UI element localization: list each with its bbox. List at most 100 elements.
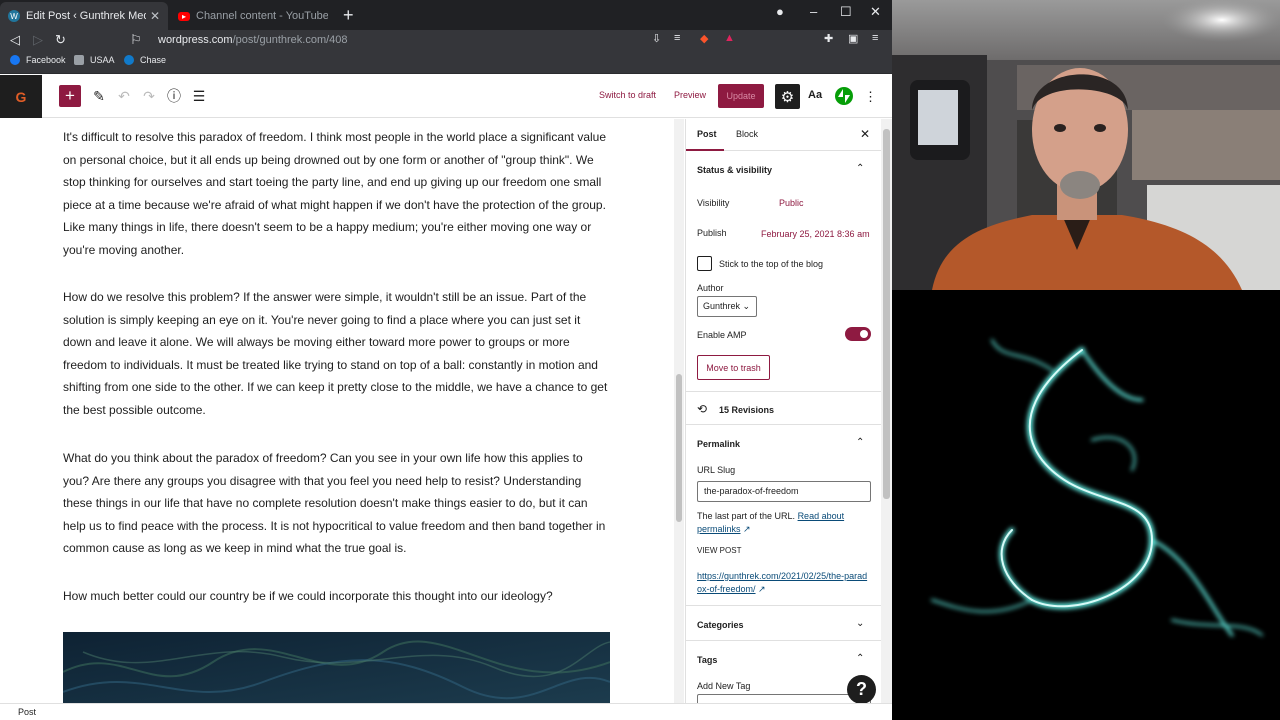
bookmark-label: USAA [90,55,115,65]
list-view-icon[interactable]: ☰ [188,85,210,107]
url-slug-input[interactable]: the-paradox-of-freedom [697,481,871,502]
image-block[interactable] [63,632,610,703]
forward-icon[interactable]: ▷ [33,32,43,48]
paragraph-block[interactable]: It's difficult to resolve this paradox o… [63,126,611,262]
toggle-knob [860,330,868,338]
visibility-label: Visibility [697,198,730,208]
breadcrumb[interactable]: Post [18,707,36,717]
reload-icon[interactable]: ↻ [55,32,66,48]
browser-window: W Edit Post ‹ Gunthrek Media — W ✕ ▸ Cha… [0,0,892,720]
add-block-button[interactable]: + [59,85,81,107]
sidebar-tabs: Post Block ✕ [686,119,881,151]
close-icon[interactable]: ✕ [150,9,160,23]
update-button[interactable]: Update [718,84,764,108]
maximize-button[interactable]: ☐ [840,4,852,20]
close-window-button[interactable]: ✕ [870,4,881,20]
url-field[interactable]: wordpress.com/post/gunthrek.com/408 [158,31,738,49]
wordpress-icon: W [8,10,20,22]
url-slug-label: URL Slug [697,465,736,475]
view-post-label: VIEW POST [697,546,742,555]
url-path: /post/gunthrek.com/408 [232,34,348,46]
add-tag-input[interactable] [697,694,871,703]
view-post-link[interactable]: https://gunthrek.com/2021/02/25/the-para… [697,571,867,594]
paragraph-block[interactable]: How much better could our country be if … [63,585,611,608]
editor-toolbar: G + ✎ ↶ ↷ ⓘ ☰ Switch to draft Preview Up… [0,75,892,118]
divider [686,424,881,425]
profile-icon[interactable]: ● [776,4,784,19]
bookmark-icon[interactable]: ⚐ [130,32,142,48]
bookmark-label: Chase [140,55,167,65]
tags-heading[interactable]: Tags [697,655,717,665]
chevron-up-icon[interactable]: ⌃ [856,653,864,664]
publish-label: Publish [697,228,727,238]
external-link-icon: ↗ [758,584,766,594]
back-icon[interactable]: ◁ [10,32,20,48]
tab-block[interactable]: Block [736,129,758,139]
divider [686,640,881,641]
amp-toggle[interactable] [845,327,871,341]
bookmark-facebook[interactable]: Facebook [10,55,66,65]
sidebar-scrollbar[interactable] [881,119,892,703]
tab-youtube-studio[interactable]: ▸ Channel content - YouTube Studio [170,2,336,30]
url-host: wordpress.com [158,34,233,46]
close-icon[interactable]: ✕ [860,127,870,141]
categories-heading[interactable]: Categories [697,620,744,630]
help-button[interactable]: ? [847,675,876,704]
redo-icon[interactable]: ↷ [138,85,160,107]
minimize-button[interactable]: – [810,4,817,19]
tab-title: Channel content - YouTube Studio [196,10,328,22]
styles-button[interactable]: Aa [808,89,822,101]
scrollbar-thumb[interactable] [883,129,890,499]
revisions-link[interactable]: 15 Revisions [719,405,774,415]
bookmark-usaa[interactable]: USAA [74,55,115,65]
webcam-image [892,0,1280,290]
paragraph-block[interactable]: How do we resolve this problem? If the a… [63,286,611,422]
extensions-icon[interactable]: ✚ [824,32,833,45]
more-options-icon[interactable]: ⋮ [864,89,877,105]
status-visibility-heading[interactable]: Status & visibility [697,165,772,175]
menu-icon[interactable]: ≡ [872,32,878,44]
site-icon[interactable]: G [0,75,42,118]
editor-canvas[interactable]: It's difficult to resolve this paradox o… [42,119,674,703]
sticky-checkbox[interactable] [697,256,712,271]
chevron-up-icon[interactable]: ⌃ [856,437,864,448]
install-icon[interactable]: ⇩ [652,32,661,45]
dragon-artwork [892,290,1280,720]
visibility-value[interactable]: Public [779,198,804,208]
brave-rewards-icon[interactable]: ▲ [724,32,735,44]
chevron-up-icon[interactable]: ⌃ [856,163,864,174]
tab-post[interactable]: Post [697,129,717,139]
history-icon: ⟲ [697,402,708,416]
author-select[interactable]: Gunthrek ⌄ [697,296,757,317]
author-label: Author [697,283,724,293]
edit-tools-icon[interactable]: ✎ [88,85,110,107]
reader-icon[interactable]: ≡ [674,32,680,44]
chevron-down-icon[interactable]: ⌄ [856,618,864,629]
wallet-icon[interactable]: ▣ [848,32,858,45]
content-scrollbar[interactable] [674,119,684,703]
tab-edit-post[interactable]: W Edit Post ‹ Gunthrek Media — W ✕ [0,2,168,30]
permalink-heading[interactable]: Permalink [697,439,740,449]
move-to-trash-button[interactable]: Move to trash [697,355,770,380]
switch-to-draft-button[interactable]: Switch to draft [599,90,656,100]
usaa-icon [74,55,84,65]
bookmark-chase[interactable]: Chase [124,55,166,65]
undo-icon[interactable]: ↶ [113,85,135,107]
publish-date[interactable]: February 25, 2021 8:36 am [761,229,870,239]
brave-shield-icon[interactable]: ◆ [700,32,708,45]
paragraph-block[interactable]: What do you think about the paradox of f… [63,447,611,560]
dragon-image [931,339,1263,637]
new-tab-button[interactable]: + [343,6,354,24]
smoke-image [63,632,610,703]
scrollbar-thumb[interactable] [676,374,682,522]
preview-button[interactable]: Preview [674,90,706,100]
bookmark-label: Facebook [26,55,66,65]
amp-label: Enable AMP [697,330,747,340]
settings-gear-icon[interactable]: ⚙ [775,84,800,109]
add-tag-label: Add New Tag [697,681,751,691]
help-text: The last part of the URL. [697,511,796,521]
jetpack-icon[interactable] [835,87,853,105]
info-icon[interactable]: ⓘ [163,85,185,107]
active-tab-indicator [686,149,724,151]
tab-bar: W Edit Post ‹ Gunthrek Media — W ✕ ▸ Cha… [0,0,892,30]
